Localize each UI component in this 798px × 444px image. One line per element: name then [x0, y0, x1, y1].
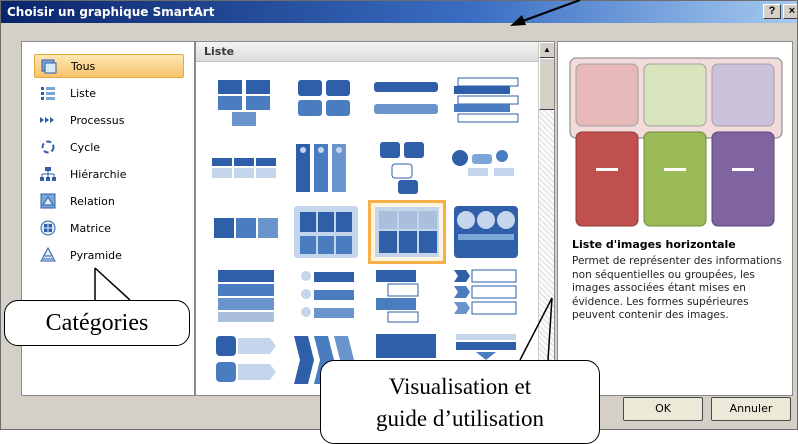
help-button[interactable]: ? — [763, 4, 781, 19]
category-label: Cycle — [70, 140, 101, 154]
visualisation-callout-line1: Visualisation et — [388, 374, 532, 399]
relation-icon — [40, 193, 56, 209]
category-item-cycle[interactable]: Cycle — [34, 135, 184, 159]
layout-gallery: Liste ▲ — [195, 41, 555, 396]
layout-thumbnail[interactable] — [450, 74, 522, 134]
preview-graphic — [568, 52, 784, 232]
cancel-button[interactable]: Annuler — [711, 397, 791, 421]
gallery-scrollbar[interactable]: ▲ — [538, 42, 554, 395]
category-label: Hiérarchie — [70, 167, 127, 181]
ok-button[interactable]: OK — [623, 397, 703, 421]
category-label: Pyramide — [70, 248, 122, 262]
category-item-relation[interactable]: Relation — [34, 189, 184, 213]
layout-thumbnail[interactable] — [450, 266, 522, 326]
preview-title: Liste d'images horizontale — [572, 238, 736, 251]
layout-thumbnail[interactable] — [370, 266, 442, 326]
layout-thumbnail-selected[interactable] — [368, 200, 446, 264]
layout-thumbnail[interactable] — [210, 202, 282, 262]
category-item-hierarchie[interactable]: Hiérarchie — [34, 162, 184, 186]
hierarchy-icon — [40, 166, 56, 182]
scroll-thumb[interactable] — [539, 58, 554, 110]
preview-panel: Liste d'images horizontale Permet de rep… — [557, 41, 793, 396]
all-icon — [41, 58, 57, 74]
close-button[interactable]: × — [783, 4, 797, 19]
layout-thumbnail[interactable] — [370, 74, 442, 134]
window-title: Choisir un graphique SmartArt — [7, 5, 215, 19]
gallery-header: Liste — [196, 42, 540, 62]
scroll-up-arrow-icon[interactable]: ▲ — [539, 42, 554, 58]
layout-thumbnail[interactable] — [210, 266, 282, 326]
layout-thumbnail[interactable] — [450, 202, 522, 262]
category-label: Processus — [70, 113, 125, 127]
category-label: Tous — [71, 59, 96, 73]
category-label: Matrice — [70, 221, 111, 235]
cycle-icon — [40, 139, 56, 155]
visualisation-callout-line2: guide d’utilisation — [375, 406, 544, 431]
gallery-header-label: Liste — [204, 45, 235, 58]
layout-thumbnail[interactable] — [290, 266, 362, 326]
category-item-liste[interactable]: Liste — [34, 81, 184, 105]
layout-thumbnail[interactable] — [290, 74, 362, 134]
layout-thumbnail[interactable] — [450, 138, 522, 198]
layout-thumbnail[interactable] — [210, 330, 282, 390]
pyramid-icon — [40, 247, 56, 263]
layout-thumbnail[interactable] — [370, 138, 442, 198]
list-icon — [40, 85, 56, 101]
categories-callout-text: Catégories — [45, 310, 149, 336]
visualisation-callout: Visualisation et guide d’utilisation — [320, 360, 600, 444]
category-label: Relation — [70, 194, 115, 208]
title-bar: Choisir un graphique SmartArt ? × — [1, 1, 797, 23]
preview-description: Permet de représenter des informations n… — [572, 255, 782, 321]
process-icon — [40, 112, 56, 128]
category-item-pyramide[interactable]: Pyramide — [34, 243, 184, 267]
category-item-matrice[interactable]: Matrice — [34, 216, 184, 240]
category-item-processus[interactable]: Processus — [34, 108, 184, 132]
layout-thumbnail[interactable] — [210, 74, 282, 134]
category-label: Liste — [70, 86, 96, 100]
layout-thumbnail[interactable] — [210, 138, 282, 198]
layout-thumbnail[interactable] — [290, 138, 362, 198]
categories-callout: Catégories — [4, 300, 190, 346]
matrix-icon — [40, 220, 56, 236]
layout-thumbnail[interactable] — [290, 202, 362, 262]
category-item-tous[interactable]: Tous — [34, 54, 184, 78]
